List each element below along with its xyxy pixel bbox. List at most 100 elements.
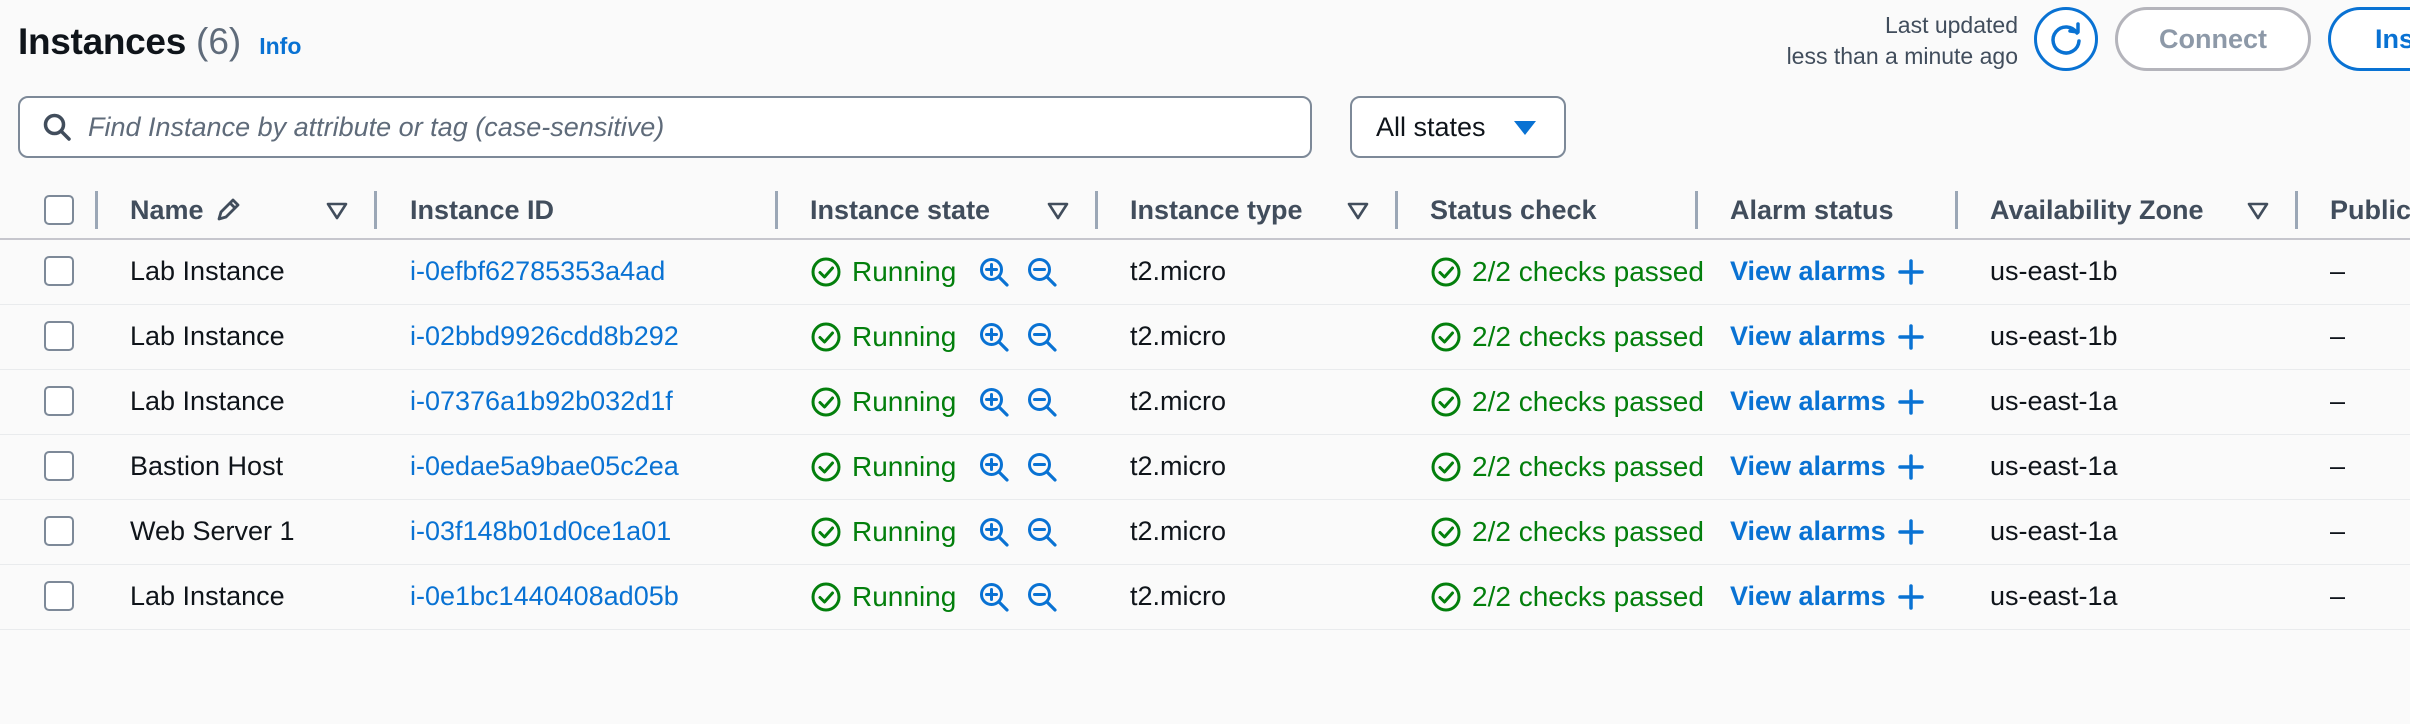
- status-check-label: 2/2 checks passed: [1472, 255, 1704, 287]
- column-divider[interactable]: [775, 191, 778, 229]
- instance-state-label: Running: [852, 450, 957, 482]
- availability-zone: us-east-1a: [1990, 386, 2118, 416]
- alarm-status[interactable]: View alarms: [1730, 239, 1924, 304]
- page-title: Instances: [18, 21, 186, 62]
- row-checkbox[interactable]: [44, 516, 74, 546]
- zoom-in-icon[interactable]: [978, 581, 1010, 613]
- column-divider[interactable]: [1395, 191, 1398, 229]
- instance-id-link[interactable]: i-0edae5a9bae05c2ea: [410, 434, 679, 499]
- status-check-label: 2/2 checks passed: [1472, 580, 1704, 612]
- view-alarms-link[interactable]: View alarms: [1730, 451, 1886, 482]
- zoom-in-icon[interactable]: [978, 516, 1010, 548]
- status-check-label: 2/2 checks passed: [1472, 320, 1704, 352]
- view-alarms-link[interactable]: View alarms: [1730, 386, 1886, 417]
- states-filter-select[interactable]: All states: [1350, 96, 1566, 158]
- column-header-alarm-status[interactable]: Alarm status: [1730, 182, 1894, 238]
- column-header-instance-id[interactable]: Instance ID: [410, 182, 554, 238]
- plus-icon[interactable]: [1897, 388, 1924, 415]
- instance-state-label: Running: [852, 515, 957, 547]
- zoom-in-icon[interactable]: [978, 321, 1010, 353]
- public-ip: –: [2330, 321, 2346, 351]
- alarm-status[interactable]: View alarms: [1730, 434, 1924, 499]
- plus-icon[interactable]: [1897, 258, 1924, 285]
- row-checkbox[interactable]: [44, 451, 74, 481]
- zoom-in-icon[interactable]: [978, 451, 1010, 483]
- search-input[interactable]: [86, 110, 1240, 144]
- zoom-out-icon[interactable]: [1026, 451, 1058, 483]
- select-all-checkbox[interactable]: [44, 195, 74, 225]
- table-row[interactable]: Lab Instance i-0e1bc1440408ad05b Running: [0, 564, 2410, 630]
- sort-icon[interactable]: [2247, 201, 2269, 226]
- view-alarms-link[interactable]: View alarms: [1730, 321, 1886, 352]
- instance-state-label: Running: [852, 320, 957, 352]
- plus-icon[interactable]: [1897, 453, 1924, 480]
- table-row[interactable]: Bastion Host i-0edae5a9bae05c2ea Running: [0, 434, 2410, 500]
- instance-state-button[interactable]: Ins: [2328, 7, 2410, 71]
- column-header-status-check[interactable]: Status check: [1430, 182, 1597, 238]
- sort-icon[interactable]: [1347, 201, 1369, 226]
- zoom-out-icon[interactable]: [1026, 321, 1058, 353]
- column-divider[interactable]: [1695, 191, 1698, 229]
- view-alarms-link[interactable]: View alarms: [1730, 581, 1886, 612]
- plus-icon[interactable]: [1897, 583, 1924, 610]
- column-header-public[interactable]: Public: [2330, 182, 2410, 238]
- plus-icon[interactable]: [1897, 518, 1924, 545]
- status-check: 2/2 checks passed: [1430, 239, 1727, 304]
- zoom-out-icon[interactable]: [1026, 581, 1058, 613]
- public-ip: –: [2330, 516, 2346, 546]
- instance-count: (6): [196, 21, 242, 62]
- status-check: 2/2 checks passed: [1430, 369, 1727, 434]
- column-divider[interactable]: [1955, 191, 1958, 229]
- page-header: Instances (6) Info: [18, 14, 301, 70]
- alarm-status[interactable]: View alarms: [1730, 304, 1924, 369]
- status-check-label: 2/2 checks passed: [1472, 515, 1704, 547]
- column-divider[interactable]: [1095, 191, 1098, 229]
- column-header-name[interactable]: Name: [130, 182, 242, 238]
- table-row[interactable]: Lab Instance i-02bbd9926cdd8b292 Running: [0, 304, 2410, 370]
- alarm-status[interactable]: View alarms: [1730, 369, 1924, 434]
- instance-type: t2.micro: [1130, 386, 1227, 416]
- instance-id-link[interactable]: i-07376a1b92b032d1f: [410, 369, 673, 434]
- instance-id-link[interactable]: i-02bbd9926cdd8b292: [410, 304, 679, 369]
- sort-icon[interactable]: [1047, 201, 1069, 226]
- last-updated-value: less than a minute ago: [1786, 43, 2018, 69]
- sort-icon[interactable]: [326, 201, 348, 226]
- row-checkbox[interactable]: [44, 386, 74, 416]
- table-row[interactable]: Lab Instance i-0efbf62785353a4ad Running: [0, 239, 2410, 305]
- column-divider[interactable]: [2295, 191, 2298, 229]
- view-alarms-link[interactable]: View alarms: [1730, 516, 1886, 547]
- column-header-availability-zone[interactable]: Availability Zone: [1990, 182, 2204, 238]
- last-updated-label: Last updated: [1884, 12, 2018, 38]
- row-checkbox[interactable]: [44, 256, 74, 286]
- check-circle-icon: [810, 451, 842, 483]
- availability-zone: us-east-1a: [1990, 581, 2118, 611]
- check-circle-icon: [810, 256, 842, 288]
- instance-state: Running: [810, 239, 1058, 304]
- zoom-out-icon[interactable]: [1026, 386, 1058, 418]
- zoom-out-icon[interactable]: [1026, 256, 1058, 288]
- zoom-in-icon[interactable]: [978, 256, 1010, 288]
- table-row[interactable]: Web Server 1 i-03f148b01d0ce1a01 Running: [0, 499, 2410, 565]
- column-divider[interactable]: [95, 191, 98, 229]
- view-alarms-link[interactable]: View alarms: [1730, 256, 1886, 287]
- refresh-button[interactable]: [2034, 7, 2098, 71]
- row-checkbox[interactable]: [44, 581, 74, 611]
- search-field[interactable]: [18, 96, 1312, 158]
- column-header-instance-state[interactable]: Instance state: [810, 182, 990, 238]
- info-link[interactable]: Info: [259, 33, 301, 60]
- instance-name: Lab Instance: [130, 581, 285, 611]
- instance-id-link[interactable]: i-03f148b01d0ce1a01: [410, 499, 671, 564]
- instance-id-link[interactable]: i-0e1bc1440408ad05b: [410, 564, 679, 629]
- table-row[interactable]: Lab Instance i-07376a1b92b032d1f Running: [0, 369, 2410, 435]
- check-circle-icon: [810, 321, 842, 353]
- instance-id-link[interactable]: i-0efbf62785353a4ad: [410, 239, 665, 304]
- alarm-status[interactable]: View alarms: [1730, 564, 1924, 629]
- zoom-in-icon[interactable]: [978, 386, 1010, 418]
- column-header-instance-type[interactable]: Instance type: [1130, 182, 1303, 238]
- row-checkbox[interactable]: [44, 321, 74, 351]
- column-divider[interactable]: [374, 191, 377, 229]
- alarm-status[interactable]: View alarms: [1730, 499, 1924, 564]
- connect-button[interactable]: Connect: [2115, 7, 2311, 71]
- zoom-out-icon[interactable]: [1026, 516, 1058, 548]
- plus-icon[interactable]: [1897, 323, 1924, 350]
